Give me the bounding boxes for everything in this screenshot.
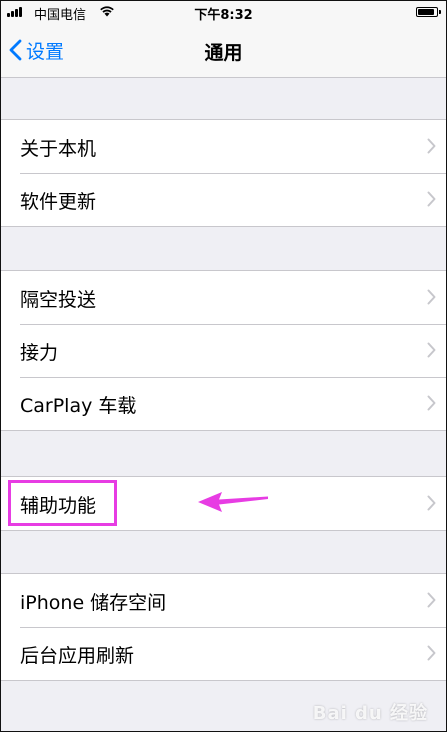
- chevron-right-icon: [427, 495, 436, 511]
- chevron-right-icon: [427, 592, 436, 608]
- list-item-iphone-storage[interactable]: iPhone 储存空间: [1, 574, 446, 627]
- list-item-airdrop[interactable]: 隔空投送: [1, 271, 446, 324]
- chevron-right-icon: [427, 395, 436, 411]
- list-item-software-update[interactable]: 软件更新: [1, 173, 446, 226]
- list-item-label: 接力: [20, 342, 59, 364]
- battery-icon: [416, 7, 441, 17]
- battery-level: [418, 9, 435, 15]
- list-item-background-refresh[interactable]: 后台应用刷新: [1, 627, 446, 680]
- settings-group-accessibility: 辅助功能: [1, 476, 446, 531]
- chevron-right-icon: [427, 191, 436, 207]
- annotation-highlight-box: [8, 480, 117, 526]
- watermark: Bai du 经验: [312, 703, 428, 724]
- list-item-label: 后台应用刷新: [20, 645, 135, 667]
- list-item-label: iPhone 储存空间: [20, 592, 167, 614]
- list-item-carplay[interactable]: CarPlay 车载: [1, 377, 446, 430]
- list-item-handoff[interactable]: 接力: [1, 324, 446, 377]
- annotation-arrow: [198, 492, 268, 512]
- status-bar: 中国电信 下午8:32: [1, 1, 446, 23]
- list-item-label: 软件更新: [20, 191, 97, 213]
- status-time: 下午8:32: [194, 8, 253, 23]
- settings-group-about: 关于本机 软件更新: [1, 119, 446, 227]
- navigation-bar: 设置 通用: [1, 23, 446, 78]
- settings-group-connectivity: 隔空投送 接力 CarPlay 车载: [1, 270, 446, 431]
- settings-group-storage: iPhone 储存空间 后台应用刷新: [1, 573, 446, 681]
- chevron-right-icon: [427, 342, 436, 358]
- list-item-label: CarPlay 车载: [20, 395, 137, 417]
- chevron-right-icon: [427, 645, 436, 661]
- list-item-accessibility[interactable]: 辅助功能: [1, 477, 446, 530]
- phone-screen: 中国电信 下午8:32 设置 通用 关于本机 软件更新 隔空投送 接力 CarP…: [0, 0, 447, 732]
- list-item-label: 关于本机: [20, 138, 97, 160]
- list-item-about[interactable]: 关于本机: [1, 120, 446, 173]
- page-title: 通用: [204, 42, 243, 64]
- chevron-right-icon: [427, 289, 436, 305]
- list-item-label: 隔空投送: [20, 289, 97, 311]
- chevron-right-icon: [427, 138, 436, 154]
